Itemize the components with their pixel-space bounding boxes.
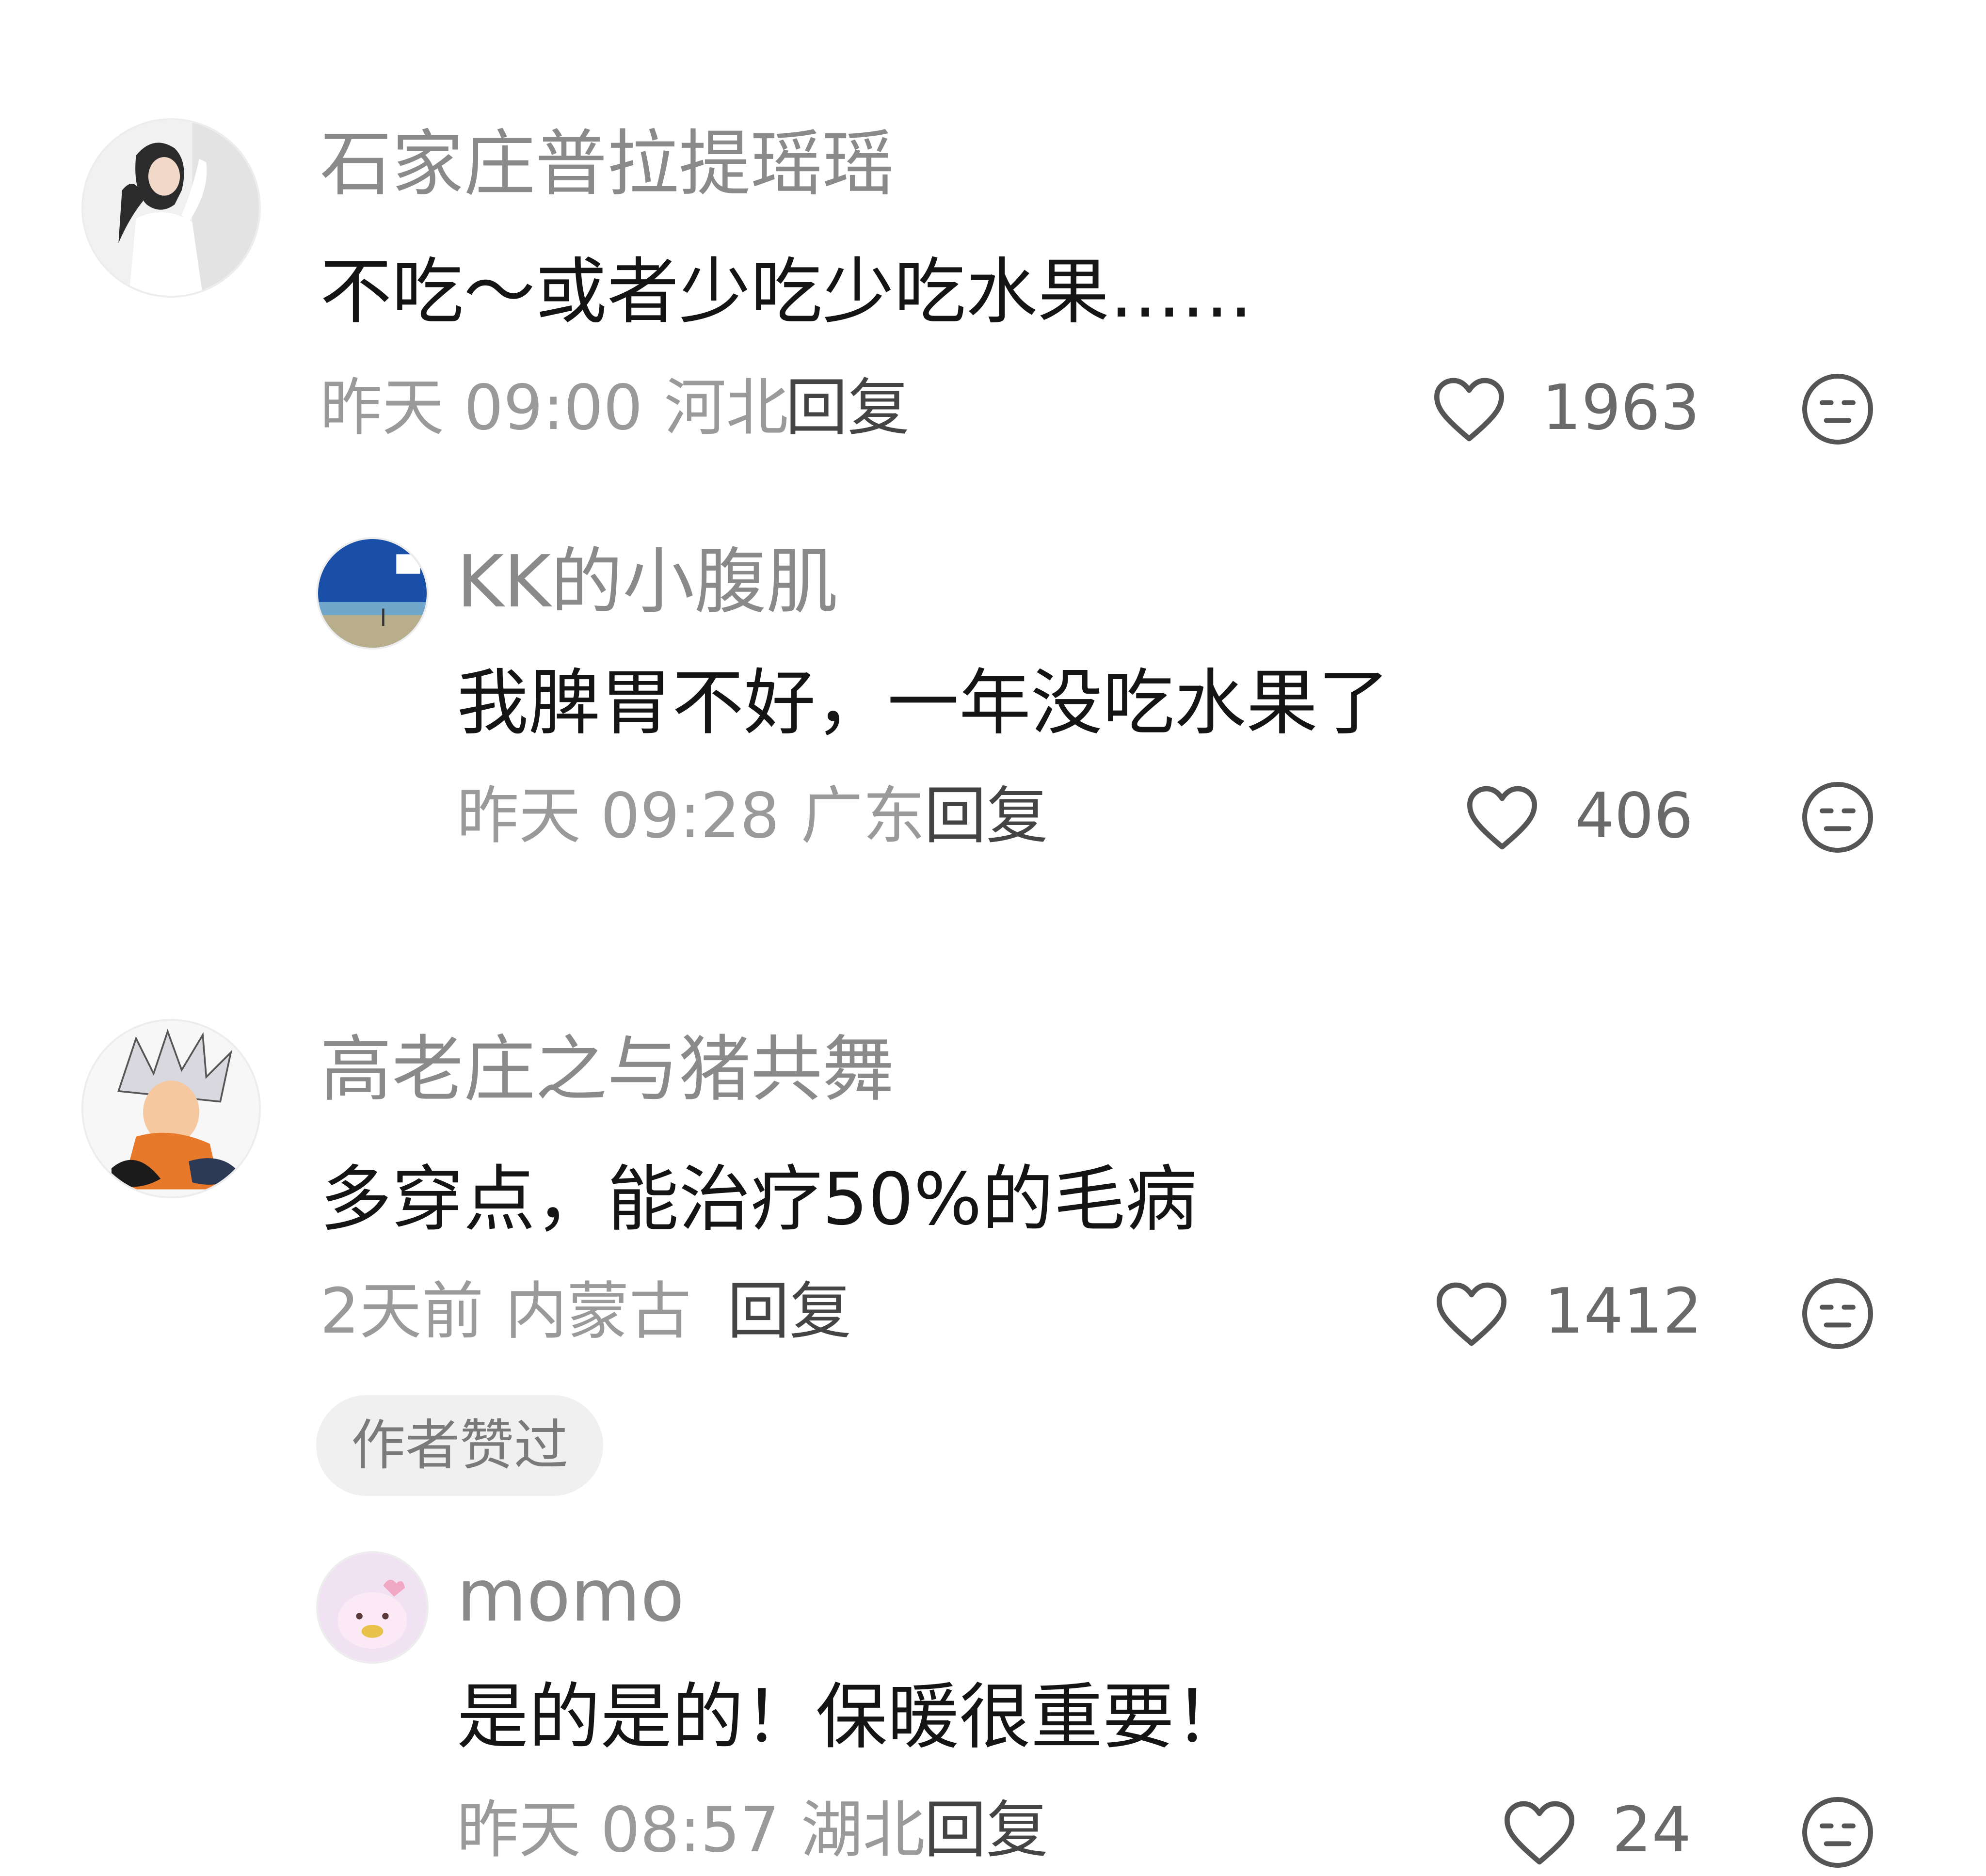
heart-icon[interactable] (1433, 1278, 1510, 1351)
avatar[interactable] (316, 1551, 429, 1664)
reply-button[interactable]: 回复 (785, 369, 910, 447)
comment-text: 是的是的！保暖很重要！ (457, 1675, 1246, 1759)
reply-button[interactable]: 回复 (924, 1792, 1048, 1869)
dislike-face-icon[interactable] (1799, 779, 1876, 856)
reply-button[interactable]: 回复 (924, 778, 1048, 855)
comment-text: 我脾胃不好，一年没吃水果了 (457, 661, 1390, 745)
comment-location: 广东 (801, 780, 925, 852)
like-count: 24 (1612, 1794, 1691, 1866)
heart-icon[interactable] (1430, 373, 1508, 446)
comment-location: 河北 (664, 372, 788, 444)
anime-character-avatar-icon (83, 1021, 259, 1196)
woman-portrait-avatar-icon (83, 120, 259, 296)
like-count: 1412 (1544, 1275, 1702, 1348)
like-count: 406 (1575, 780, 1694, 852)
comment-location: 内蒙古 (505, 1275, 691, 1348)
comment-meta: 2天前 内蒙古 (320, 1273, 712, 1351)
comment-username[interactable]: 高老庄之与猪共舞 (320, 1026, 894, 1113)
comment-time: 昨天 09:28 (457, 780, 780, 852)
comment-username[interactable]: KK的小腹肌 (457, 538, 838, 625)
comment-meta: 昨天 09:00 河北 (320, 369, 810, 447)
heart-icon[interactable] (1463, 781, 1541, 854)
comment-time: 2天前 (320, 1275, 484, 1348)
comment-time: 昨天 08:57 (457, 1794, 780, 1866)
beach-sky-avatar-icon (318, 539, 427, 648)
avatar[interactable] (81, 118, 261, 298)
pink-cartoon-avatar-icon (318, 1553, 427, 1662)
comment-text: 多穿点，能治疗50%的毛病 (320, 1158, 1197, 1241)
comment-meta: 昨天 09:28 广东 (457, 778, 946, 855)
heart-icon[interactable] (1501, 1797, 1578, 1869)
avatar[interactable] (316, 537, 429, 650)
avatar[interactable] (81, 1019, 261, 1198)
author-liked-badge: 作者赞过 (316, 1395, 603, 1496)
like-count: 1963 (1542, 372, 1700, 444)
reply-button[interactable]: 回复 (727, 1273, 851, 1351)
comment-text: 不吃～或者少吃少吃水果…… (320, 250, 1253, 334)
comment-meta: 昨天 08:57 湖北 (457, 1792, 946, 1869)
dislike-face-icon[interactable] (1799, 1794, 1876, 1871)
comment-username[interactable]: momo (457, 1552, 684, 1639)
comment-location: 湖北 (801, 1794, 925, 1866)
comment-username[interactable]: 石家庄普拉提瑶瑶 (320, 120, 894, 207)
comment-time: 昨天 09:00 (320, 372, 643, 444)
dislike-face-icon[interactable] (1799, 1275, 1876, 1352)
dislike-face-icon[interactable] (1799, 370, 1876, 448)
